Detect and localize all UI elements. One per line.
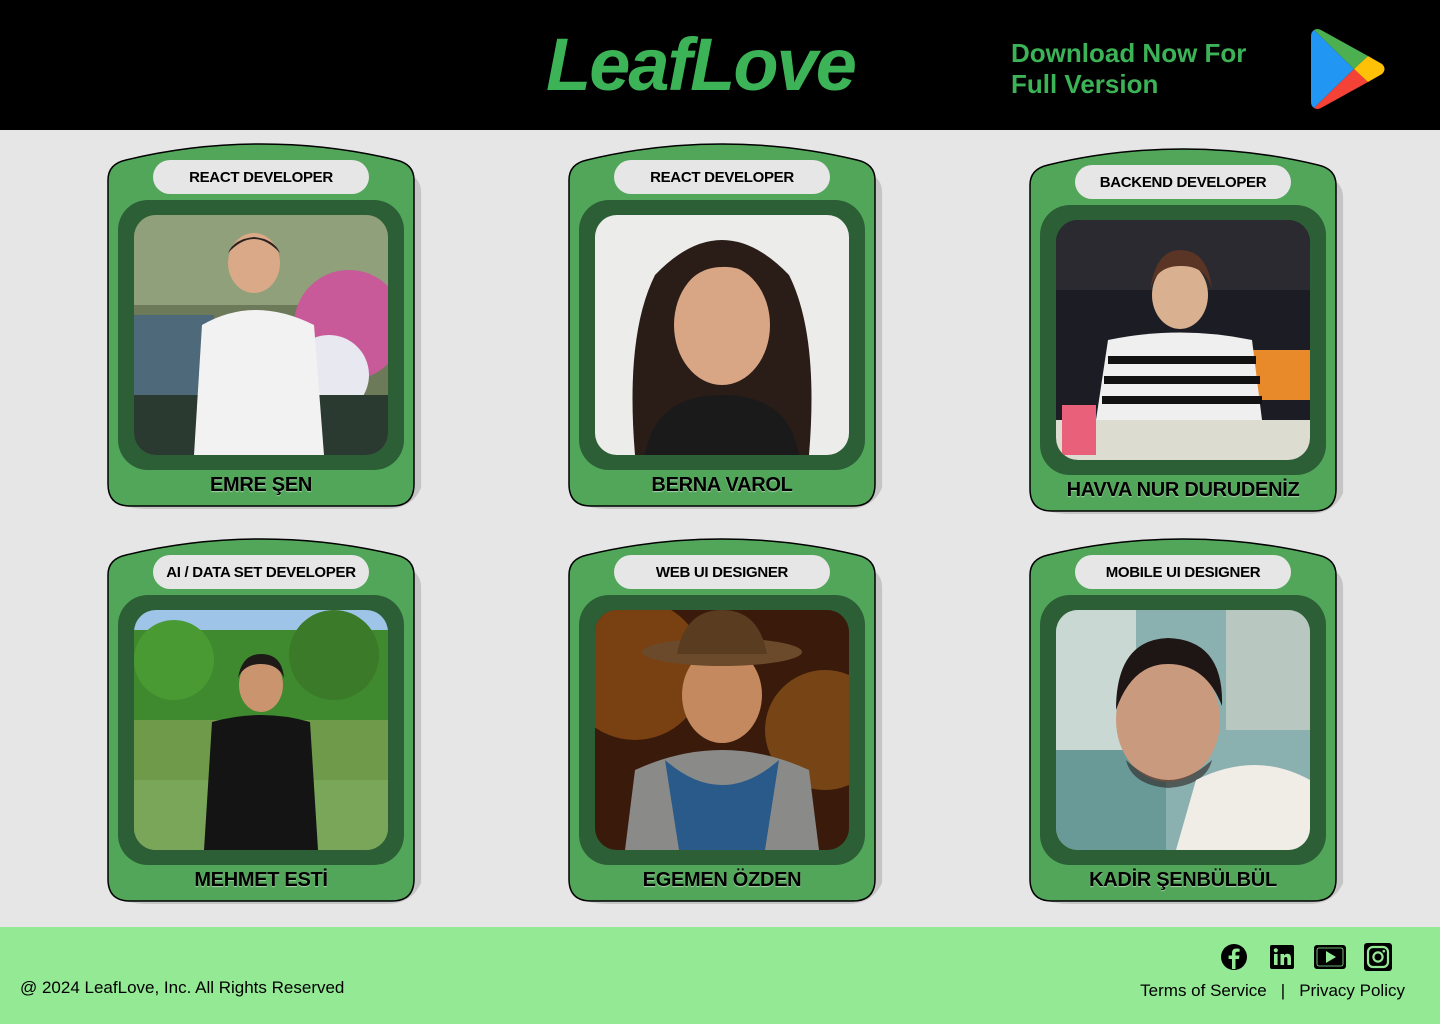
team-member-name: BERNA VAROL [651,474,793,496]
team-member-name: KADİR ŞENBÜLBÜL [1089,869,1277,891]
team-member-name: HAVVA NUR DURUDENİZ [1066,479,1300,501]
privacy-link[interactable]: Privacy Policy [1299,981,1405,1001]
team-member-photo [134,215,388,455]
photo-frame [118,595,404,865]
google-play-icon[interactable] [1310,28,1388,110]
team-card: BACKEND DEVELOPER HAVVA NUR DURUDENİZ [1028,148,1344,515]
photo-frame [1040,595,1326,865]
link-separator: | [1280,981,1286,1000]
instagram-icon[interactable] [1362,941,1394,973]
photo-frame [118,200,404,470]
team-card: MOBILE UI DESIGNER KADİR ŞENBÜLBÜL [1028,538,1344,905]
role-badge: REACT DEVELOPER [153,160,369,194]
photo-frame [1040,205,1326,475]
footer-links: Terms of Service | Privacy Policy [1140,981,1405,1001]
youtube-icon[interactable] [1312,941,1348,973]
team-member-photo [1056,610,1310,850]
linkedin-icon[interactable] [1266,941,1298,973]
role-badge: WEB UI DESIGNER [614,555,830,589]
role-badge: AI / DATA SET DEVELOPER [153,555,369,589]
role-badge: MOBILE UI DESIGNER [1075,555,1291,589]
role-badge: REACT DEVELOPER [614,160,830,194]
footer-bar: @ 2024 LeafLove, Inc. All Rights Reserve… [0,927,1440,1024]
photo-frame [579,200,865,470]
team-member-photo [1056,220,1310,460]
download-prompt[interactable]: Download Now For Full Version [1011,38,1281,100]
photo-frame [579,595,865,865]
copyright-text: @ 2024 LeafLove, Inc. All Rights Reserve… [20,978,345,997]
header-bar: LeafLove Download Now For Full Version [0,0,1440,130]
team-member-photo [134,610,388,850]
team-member-name: MEHMET ESTİ [194,869,328,891]
terms-link[interactable]: Terms of Service [1140,981,1267,1001]
team-member-photo [595,610,849,850]
team-member-name: EGEMEN ÖZDEN [642,869,802,891]
brand-logo[interactable]: LeafLove [546,28,857,102]
team-member-name: EMRE ŞEN [209,474,313,496]
facebook-icon[interactable] [1218,941,1250,973]
team-member-photo [595,215,849,455]
team-card: REACT DEVELOPER EMRE ŞEN [106,143,422,510]
team-card: AI / DATA SET DEVELOPER MEHMET ESTİ [106,538,422,905]
role-badge: BACKEND DEVELOPER [1075,165,1291,199]
team-card: REACT DEVELOPER BERNA VAROL [567,143,883,510]
team-card: WEB UI DESIGNER EGEMEN ÖZDEN [567,538,883,905]
